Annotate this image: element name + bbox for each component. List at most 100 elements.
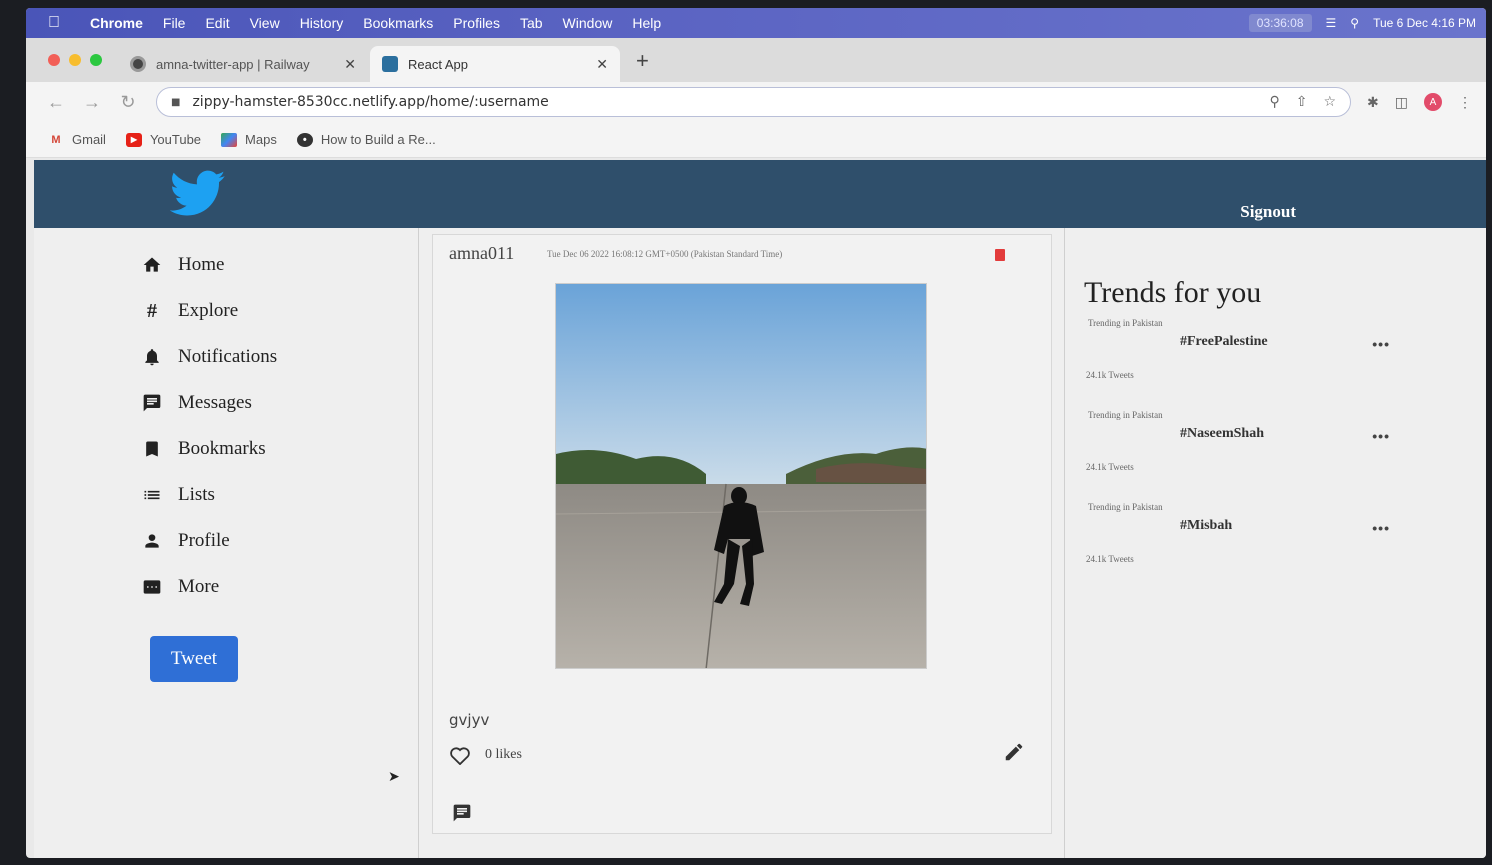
pencil-icon[interactable] — [1003, 741, 1025, 763]
mac-menubar:  Chrome File Edit View History Bookmark… — [26, 8, 1486, 38]
window-controls — [48, 54, 102, 66]
new-tab-icon[interactable]: + — [636, 48, 649, 74]
trend-tag[interactable]: #FreePalestine — [1180, 334, 1268, 350]
wifi-icon[interactable]: ☰ — [1326, 16, 1337, 30]
bookmark-youtube[interactable]: ▶ YouTube — [125, 132, 201, 147]
tab-strip: amna-twitter-app | Railway ✕ React App ✕… — [26, 38, 1486, 82]
sidebar-item-label: Notifications — [178, 346, 278, 367]
railway-favicon-icon — [130, 56, 146, 72]
url-text: zippy-hamster-8530cc.netlify.app/home/:u… — [192, 94, 549, 110]
maps-icon — [221, 132, 238, 147]
trend-item[interactable]: Trending in Pakistan #FreePalestine ••• … — [1084, 314, 1404, 406]
sidebar-item-more[interactable]: More — [134, 564, 394, 610]
menu-history[interactable]: History — [300, 15, 344, 31]
hashtag-icon: # — [147, 299, 157, 322]
side-panel-icon[interactable]: ◫ — [1395, 94, 1408, 111]
comment-icon[interactable] — [451, 803, 473, 823]
tweet-caption: gvjyv — [449, 711, 490, 729]
trend-count: 24.1k Tweets — [1086, 462, 1134, 472]
sidebar-item-label: Home — [178, 254, 225, 275]
gmail-icon: M — [51, 133, 61, 146]
sidebar-item-label: Explore — [178, 300, 239, 321]
menu-edit[interactable]: Edit — [205, 15, 229, 31]
bookmark-label: How to Build a Re... — [320, 132, 436, 147]
trends-divider — [1064, 228, 1065, 858]
sidebar-item-notifications[interactable]: Notifications — [134, 334, 394, 380]
tweet-card: amna011 Tue Dec 06 2022 16:08:12 GMT+050… — [432, 234, 1052, 834]
address-bar[interactable]: ■ zippy-hamster-8530cc.netlify.app/home/… — [156, 87, 1351, 117]
timer-status[interactable]: 03:36:08 — [1248, 14, 1312, 32]
tweet-button[interactable]: Tweet — [150, 636, 238, 682]
kebab-menu-icon[interactable]: ⋮ — [1458, 94, 1472, 111]
menu-app-name[interactable]: Chrome — [90, 15, 143, 31]
menu-file[interactable]: File — [163, 15, 186, 31]
sidebar-item-bookmarks[interactable]: Bookmarks — [134, 426, 394, 472]
forward-icon[interactable]: → — [74, 92, 110, 113]
tab-railway[interactable]: amna-twitter-app | Railway ✕ — [118, 46, 368, 82]
bookmark-how-to-build[interactable]: • How to Build a Re... — [296, 132, 436, 147]
more-icon — [134, 577, 170, 597]
key-icon[interactable]: ⚲ — [1269, 94, 1279, 110]
trend-more-icon[interactable]: ••• — [1372, 520, 1390, 536]
tweet-timestamp: Tue Dec 06 2022 16:08:12 GMT+0500 (Pakis… — [547, 249, 783, 259]
signout-button[interactable]: Signout — [1240, 202, 1296, 222]
heart-icon[interactable] — [449, 745, 471, 765]
bookmark-icon — [134, 439, 170, 459]
share-icon[interactable]: ⇧ — [1296, 94, 1308, 110]
zoom-window-icon[interactable] — [90, 54, 102, 66]
mouse-cursor-icon: ➤ — [388, 768, 400, 784]
menu-view[interactable]: View — [250, 15, 280, 31]
menu-help[interactable]: Help — [632, 15, 661, 31]
trend-tag[interactable]: #Misbah — [1180, 518, 1232, 534]
trend-more-icon[interactable]: ••• — [1372, 428, 1390, 444]
apple-icon[interactable]:  — [48, 14, 70, 32]
sidebar-item-label: Messages — [178, 392, 252, 413]
tab-react-app[interactable]: React App ✕ — [370, 46, 620, 82]
avatar[interactable]: A — [1423, 93, 1442, 111]
home-icon — [134, 255, 170, 275]
person-icon — [134, 531, 170, 551]
lock-icon[interactable]: ■ — [171, 97, 180, 108]
menu-tab[interactable]: Tab — [520, 15, 543, 31]
trend-location: Trending in Pakistan — [1088, 318, 1163, 328]
close-window-icon[interactable] — [48, 54, 60, 66]
back-icon[interactable]: ← — [38, 92, 74, 113]
bookmark-label: Maps — [245, 132, 277, 147]
sidebar-item-explore[interactable]: # Explore — [134, 288, 394, 334]
delete-icon[interactable] — [995, 249, 1005, 261]
sidebar-item-messages[interactable]: Messages — [134, 380, 394, 426]
site-icon: • — [296, 132, 313, 147]
bookmark-maps[interactable]: Maps — [221, 132, 277, 147]
sidebar-item-profile[interactable]: Profile — [134, 518, 394, 564]
trends-panel: Trends for you Trending in Pakistan #Fre… — [1084, 276, 1404, 590]
search-icon[interactable]: ⚲ — [1350, 16, 1359, 30]
clock-status[interactable]: Tue 6 Dec 4:16 PM — [1373, 16, 1476, 30]
tweet-photo[interactable] — [555, 283, 927, 669]
photo-person-on-road — [556, 284, 926, 668]
like-count: 0 likes — [485, 747, 522, 762]
close-tab-icon[interactable]: ✕ — [344, 56, 356, 73]
trend-more-icon[interactable]: ••• — [1372, 336, 1390, 352]
trend-tag[interactable]: #NaseemShah — [1180, 426, 1264, 442]
sidebar-item-home[interactable]: Home — [134, 242, 394, 288]
menu-bookmarks[interactable]: Bookmarks — [363, 15, 433, 31]
menu-window[interactable]: Window — [563, 15, 613, 31]
trend-item[interactable]: Trending in Pakistan #NaseemShah ••• 24.… — [1084, 406, 1404, 498]
menu-profiles[interactable]: Profiles — [453, 15, 500, 31]
reload-icon[interactable]: ↻ — [110, 92, 146, 113]
twitter-bird-icon[interactable] — [170, 170, 226, 218]
tab-title: React App — [408, 56, 468, 72]
sidebar-item-label: More — [178, 576, 220, 597]
tweet-username[interactable]: amna011 — [449, 243, 514, 264]
trend-count: 24.1k Tweets — [1086, 554, 1134, 564]
star-icon[interactable]: ☆ — [1323, 94, 1336, 110]
extensions-icon[interactable]: ✱ — [1367, 94, 1379, 111]
bookmark-gmail[interactable]: M Gmail — [48, 132, 106, 147]
browser-toolbar: ← → ↻ ■ zippy-hamster-8530cc.netlify.app… — [26, 82, 1486, 122]
bookmarks-bar: M Gmail ▶ YouTube Maps • How to Build a … — [26, 122, 1486, 158]
trend-item[interactable]: Trending in Pakistan #Misbah ••• 24.1k T… — [1084, 498, 1404, 590]
minimize-window-icon[interactable] — [69, 54, 81, 66]
sidebar-item-lists[interactable]: Lists — [134, 472, 394, 518]
close-tab-icon[interactable]: ✕ — [596, 56, 608, 73]
sidebar-nav: Home # Explore Notifications Messages Bo… — [134, 242, 394, 610]
